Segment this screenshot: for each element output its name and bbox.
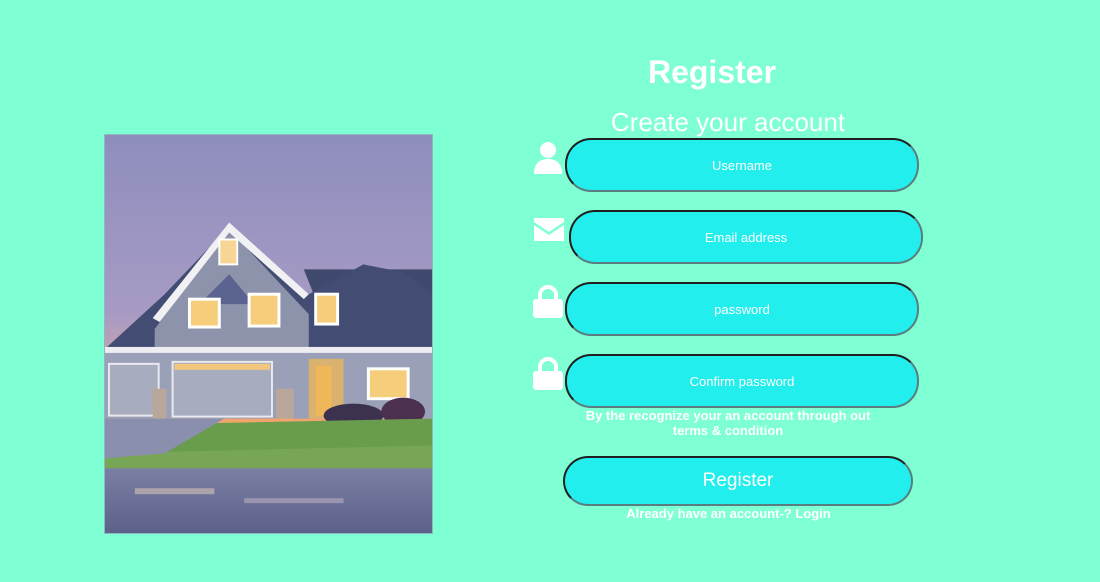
user-icon	[532, 141, 564, 175]
email-input[interactable]	[569, 210, 923, 264]
terms-line: By the recognize your an account through…	[585, 408, 871, 423]
envelope-icon	[532, 214, 566, 244]
login-prompt-text: Already have an account-?	[626, 506, 792, 521]
register-button[interactable]: Register	[563, 456, 913, 506]
terms-link[interactable]: terms & condition	[572, 423, 884, 438]
page-subtitle: Create your account	[610, 107, 846, 137]
lock-icon	[532, 357, 564, 391]
page-title: Register	[647, 54, 777, 90]
house-image	[104, 134, 433, 534]
login-link[interactable]: Login	[795, 506, 830, 521]
password-input[interactable]	[565, 282, 919, 336]
lock-icon	[532, 285, 564, 319]
login-prompt: Already have an account-? Login	[600, 506, 857, 522]
terms-text: By the recognize your an account through…	[572, 408, 884, 438]
confirm-password-input[interactable]	[565, 354, 919, 408]
username-input[interactable]	[565, 138, 919, 192]
